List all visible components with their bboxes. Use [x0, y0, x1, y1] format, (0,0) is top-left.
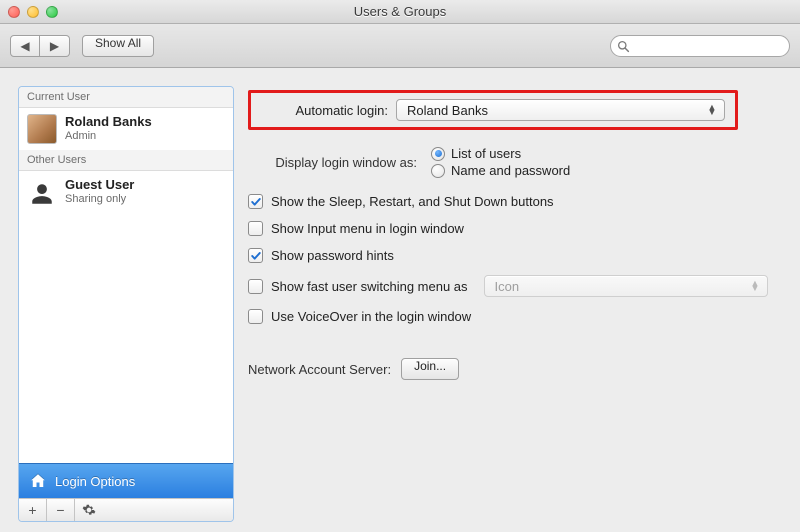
other-user-row[interactable]: Guest User Sharing only [19, 171, 233, 213]
network-account-label: Network Account Server: [248, 362, 391, 377]
check-fast-switch-label: Show fast user switching menu as [271, 279, 468, 294]
display-login-label: Display login window as: [248, 155, 423, 170]
other-user-role: Sharing only [65, 193, 134, 206]
forward-button[interactable]: ▶ [40, 35, 70, 57]
checkbox-icon [248, 248, 263, 263]
login-options-label: Login Options [55, 474, 135, 489]
users-sidebar: Current User Roland Banks Admin Other Us… [18, 86, 234, 522]
current-user-role: Admin [65, 130, 152, 143]
action-menu-button[interactable] [75, 499, 103, 521]
show-all-button[interactable]: Show All [82, 35, 154, 57]
checkbox-icon [248, 279, 263, 294]
remove-user-button[interactable]: − [47, 499, 75, 521]
search-input[interactable] [633, 38, 781, 54]
automatic-login-label: Automatic login: [261, 103, 396, 118]
window-title: Users & Groups [0, 4, 800, 19]
radio-namepw-label: Name and password [451, 163, 570, 178]
fast-switching-value: Icon [495, 279, 520, 294]
user-silhouette-icon [27, 177, 57, 207]
home-icon [29, 472, 47, 490]
check-voiceover-label: Use VoiceOver in the login window [271, 309, 471, 324]
add-user-button[interactable]: + [19, 499, 47, 521]
join-button[interactable]: Join... [401, 358, 459, 380]
check-pw-hints-label: Show password hints [271, 248, 394, 263]
back-button[interactable]: ◀ [10, 35, 40, 57]
login-options-checks: Show the Sleep, Restart, and Shut Down b… [248, 194, 768, 324]
automatic-login-highlight: Automatic login: Roland Banks ▲▼ [248, 90, 738, 130]
current-user-row[interactable]: Roland Banks Admin [19, 108, 233, 150]
nav-segment: ◀ ▶ [10, 35, 70, 57]
check-password-hints[interactable]: Show password hints [248, 248, 768, 263]
fast-switching-popup: Icon ▲▼ [484, 275, 768, 297]
checkbox-icon [248, 194, 263, 209]
other-users-header: Other Users [19, 150, 233, 171]
radio-icon [431, 164, 445, 178]
network-account-row: Network Account Server: Join... [248, 358, 768, 380]
login-options-row[interactable]: Login Options [19, 463, 233, 498]
popup-stepper-icon: ▲▼ [706, 105, 718, 116]
current-user-name: Roland Banks [65, 115, 152, 130]
current-user-header: Current User [19, 87, 233, 108]
toolbar: ◀ ▶ Show All [0, 24, 800, 68]
automatic-login-popup[interactable]: Roland Banks ▲▼ [396, 99, 725, 121]
automatic-login-value: Roland Banks [407, 103, 488, 118]
search-field[interactable] [610, 35, 790, 57]
check-sleep-restart-shutdown[interactable]: Show the Sleep, Restart, and Shut Down b… [248, 194, 768, 209]
checkbox-icon [248, 221, 263, 236]
check-input-menu[interactable]: Show Input menu in login window [248, 221, 768, 236]
check-voiceover[interactable]: Use VoiceOver in the login window [248, 309, 768, 324]
sidebar-tools: + − [19, 498, 233, 521]
check-fast-switching[interactable]: Show fast user switching menu as Icon ▲▼ [248, 275, 768, 297]
display-login-row: Display login window as: List of users N… [248, 146, 768, 178]
search-icon [617, 40, 630, 53]
check-sleep-label: Show the Sleep, Restart, and Shut Down b… [271, 194, 554, 209]
radio-icon [431, 147, 445, 161]
radio-list-label: List of users [451, 146, 521, 161]
radio-name-password[interactable]: Name and password [431, 163, 570, 178]
login-options-pane: Automatic login: Roland Banks ▲▼ Display… [248, 86, 782, 522]
content: Current User Roland Banks Admin Other Us… [0, 68, 800, 532]
check-input-menu-label: Show Input menu in login window [271, 221, 464, 236]
checkbox-icon [248, 309, 263, 324]
titlebar: Users & Groups [0, 0, 800, 24]
popup-stepper-icon: ▲▼ [749, 281, 761, 292]
gear-icon [82, 503, 96, 517]
avatar [27, 114, 57, 144]
other-user-name: Guest User [65, 178, 134, 193]
radio-list-of-users[interactable]: List of users [431, 146, 570, 161]
